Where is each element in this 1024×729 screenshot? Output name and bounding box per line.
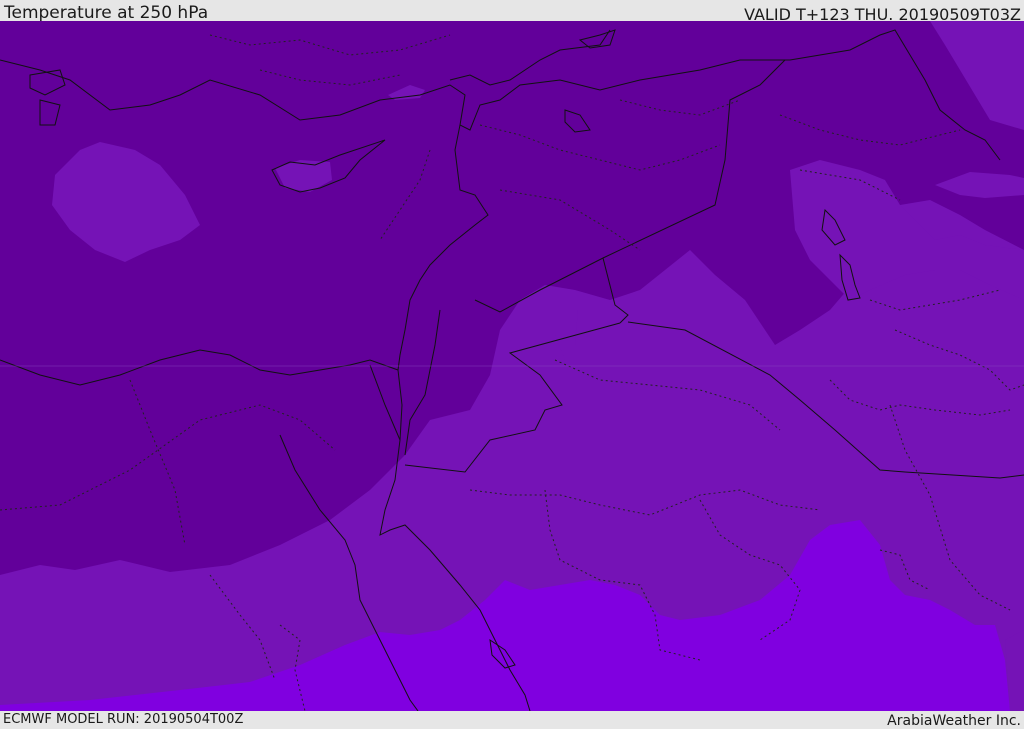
model-run-label: ECMWF MODEL RUN: 20190504T00Z	[3, 712, 244, 727]
weather-map-view: Temperature at 250 hPa VALID T+123 THU. …	[0, 0, 1024, 729]
map-title: Temperature at 250 hPa	[4, 3, 209, 23]
credit-label: ArabiaWeather Inc.	[887, 713, 1021, 729]
temperature-map	[0, 21, 1024, 711]
